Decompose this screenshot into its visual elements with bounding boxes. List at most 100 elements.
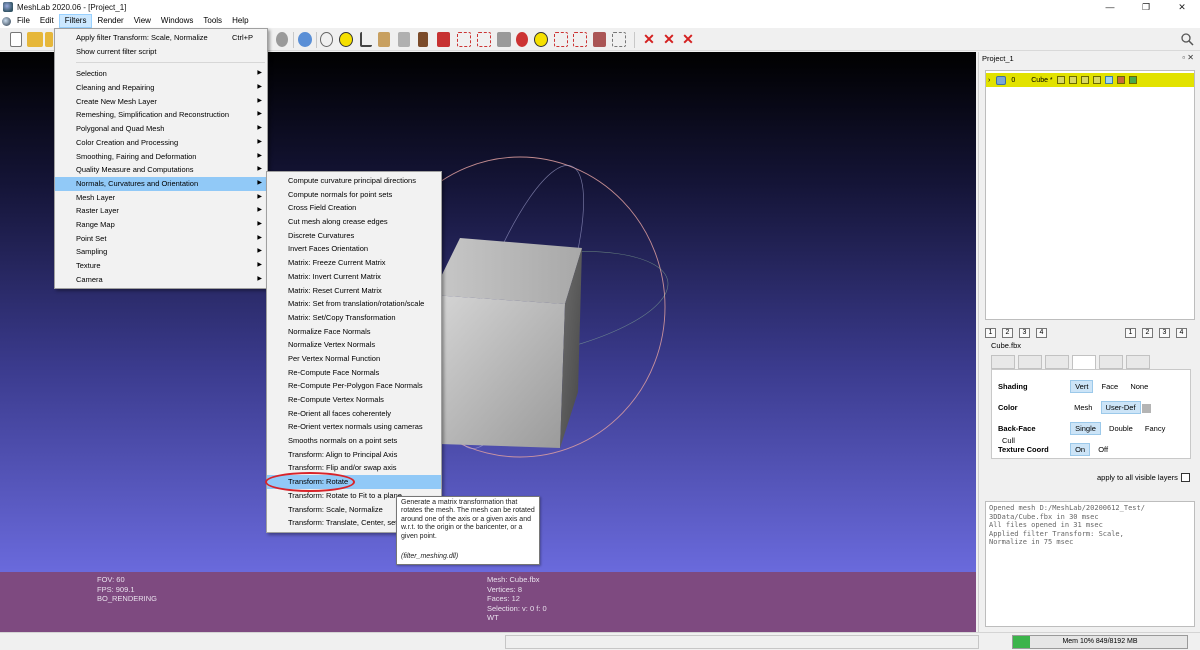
visibility-eye-icon[interactable] <box>996 75 1007 85</box>
menu-item-point-set[interactable]: Point Set ▶ <box>55 232 267 246</box>
snapshot-icon[interactable] <box>276 32 288 47</box>
align-icon[interactable] <box>398 32 410 47</box>
menu-windows[interactable]: Windows <box>156 14 198 28</box>
pick-points-icon[interactable] <box>593 32 606 47</box>
select-connected-icon[interactable] <box>497 32 511 47</box>
layer-points-icon[interactable] <box>1056 76 1065 84</box>
minimize-button[interactable]: — <box>1092 0 1128 14</box>
menu-item-camera[interactable]: Camera ▶ <box>55 273 267 287</box>
texture-icon[interactable] <box>437 32 450 47</box>
menu-item-selection[interactable]: Selection ▶ <box>55 67 267 81</box>
submenu-item[interactable]: Matrix: Set/Copy Transformation <box>267 311 441 325</box>
menu-item-color[interactable]: Color Creation and Processing ▶ <box>55 136 267 150</box>
texture-off-option[interactable]: Off <box>1094 444 1112 455</box>
measure-icon[interactable] <box>360 32 372 47</box>
menu-item-range-map[interactable]: Range Map ▶ <box>55 218 267 232</box>
search-icon[interactable] <box>1180 32 1194 46</box>
maximize-button[interactable]: ❐ <box>1128 0 1164 14</box>
submenu-item[interactable]: Matrix: Invert Current Matrix <box>267 270 441 284</box>
menu-filters[interactable]: Filters <box>58 14 93 28</box>
submenu-item-transform-rotate[interactable]: Transform: Rotate <box>267 475 441 489</box>
menu-item-smoothing[interactable]: Smoothing, Fairing and Deformation ▶ <box>55 150 267 164</box>
color-mesh-option[interactable]: Mesh <box>1070 402 1096 413</box>
menu-item-mesh-layer[interactable]: Mesh Layer ▶ <box>55 191 267 205</box>
backface-single-option[interactable]: Single <box>1070 422 1101 435</box>
submenu-item[interactable]: Matrix: Freeze Current Matrix <box>267 256 441 270</box>
view-button-2[interactable]: 2 <box>1142 328 1153 338</box>
view-button-4[interactable]: 4 <box>1176 328 1187 338</box>
color-swatch[interactable] <box>1141 403 1151 413</box>
delete-faces-icon[interactable]: ✕ <box>661 32 677 47</box>
close-button[interactable]: ✕ <box>1164 0 1200 14</box>
submenu-item[interactable]: Re-Compute Vertex Normals <box>267 393 441 407</box>
submenu-item[interactable]: Normalize Vertex Normals <box>267 338 441 352</box>
layer-wire-icon[interactable] <box>1068 76 1077 84</box>
view-button-3[interactable]: 3 <box>1159 328 1170 338</box>
submenu-item[interactable]: Normalize Face Normals <box>267 325 441 339</box>
select-z-icon[interactable] <box>554 32 568 47</box>
view-button-4[interactable]: 4 <box>1036 328 1047 338</box>
submenu-item[interactable]: Per Vertex Normal Function <box>267 352 441 366</box>
panel-controls[interactable]: ▫ ✕ <box>1182 53 1194 62</box>
menu-item-apply-filter[interactable]: Apply filter Transform: Scale, Normalize… <box>55 31 267 45</box>
menu-file[interactable]: File <box>12 14 35 28</box>
menu-item-raster-layer[interactable]: Raster Layer ▶ <box>55 204 267 218</box>
shading-face-option[interactable]: Face <box>1098 381 1123 392</box>
tab-wire[interactable] <box>1045 355 1069 369</box>
texture-on-option[interactable]: On <box>1070 443 1091 456</box>
backface-fancy-option[interactable]: Fancy <box>1141 423 1169 434</box>
select-vertices-icon[interactable] <box>477 32 491 47</box>
tab-points[interactable] <box>1018 355 1042 369</box>
menu-item-create-layer[interactable]: Create New Mesh Layer ▶ <box>55 95 267 109</box>
menu-item-show-script[interactable]: Show current filter script <box>55 45 267 59</box>
menu-help[interactable]: Help <box>227 14 253 28</box>
submenu-item[interactable]: Matrix: Set from translation/rotation/sc… <box>267 297 441 311</box>
tab-fill[interactable] <box>1072 355 1096 369</box>
submenu-item[interactable]: Transform: Align to Principal Axis <box>267 448 441 462</box>
view-button-2[interactable]: 2 <box>1002 328 1013 338</box>
submenu-item[interactable]: Invert Faces Orientation <box>267 242 441 256</box>
menu-item-normals[interactable]: Normals, Curvatures and Orientation ▶ <box>55 176 267 191</box>
layer-row[interactable]: › 0 Cube * <box>986 73 1194 87</box>
trackball-icon[interactable] <box>320 32 333 47</box>
view-button-1[interactable]: 1 <box>1125 328 1136 338</box>
layer-flat-icon[interactable] <box>1092 76 1101 84</box>
fill-icon[interactable] <box>612 32 626 47</box>
shading-none-option[interactable]: None <box>1126 381 1152 392</box>
color-userdef-option[interactable]: User-Def <box>1100 401 1141 414</box>
view-button-3[interactable]: 3 <box>1019 328 1030 338</box>
menu-item-sampling[interactable]: Sampling ▶ <box>55 245 267 259</box>
submenu-item[interactable]: Re-Orient vertex normals using cameras <box>267 420 441 434</box>
layer-decorator-icon[interactable] <box>1128 76 1137 84</box>
submenu-item[interactable]: Re-Compute Per-Polygon Face Normals <box>267 379 441 393</box>
menu-item-remeshing[interactable]: Remeshing, Simplification and Reconstruc… <box>55 108 267 122</box>
georef-icon[interactable] <box>516 32 528 47</box>
paint-icon[interactable] <box>378 32 390 47</box>
submenu-item[interactable]: Discrete Curvatures <box>267 229 441 243</box>
delete-vertices-icon[interactable]: ✕ <box>641 32 657 47</box>
menu-view[interactable]: View <box>129 14 156 28</box>
view-button-1[interactable]: 1 <box>985 328 996 338</box>
menu-edit[interactable]: Edit <box>35 14 59 28</box>
tab-decorators[interactable] <box>1126 355 1150 369</box>
layer-solid-icon[interactable] <box>1080 76 1089 84</box>
new-project-icon[interactable] <box>10 32 22 47</box>
submenu-item[interactable]: Re-Compute Face Normals <box>267 366 441 380</box>
menu-tools[interactable]: Tools <box>198 14 227 28</box>
submenu-item[interactable]: Cross Field Creation <box>267 201 441 215</box>
menu-render[interactable]: Render <box>92 14 128 28</box>
open-project-icon[interactable] <box>27 32 43 47</box>
submenu-item[interactable]: Re-Orient all faces coherentely <box>267 407 441 421</box>
layer-smooth-icon[interactable] <box>1104 76 1113 84</box>
layer-texture-icon[interactable] <box>1116 76 1125 84</box>
select-faces-icon[interactable] <box>457 32 471 47</box>
submenu-item[interactable]: Matrix: Reset Current Matrix <box>267 284 441 298</box>
submenu-item[interactable]: Compute curvature principal directions <box>267 174 441 188</box>
tab-bbox[interactable] <box>991 355 1015 369</box>
sphere-icon[interactable] <box>298 32 312 47</box>
info-icon[interactable] <box>534 32 548 47</box>
submenu-item[interactable]: Smooths normals on a point sets <box>267 434 441 448</box>
select-box-icon[interactable] <box>573 32 587 47</box>
apply-all-checkbox[interactable] <box>1181 473 1190 482</box>
submenu-item[interactable]: Compute normals for point sets <box>267 188 441 202</box>
